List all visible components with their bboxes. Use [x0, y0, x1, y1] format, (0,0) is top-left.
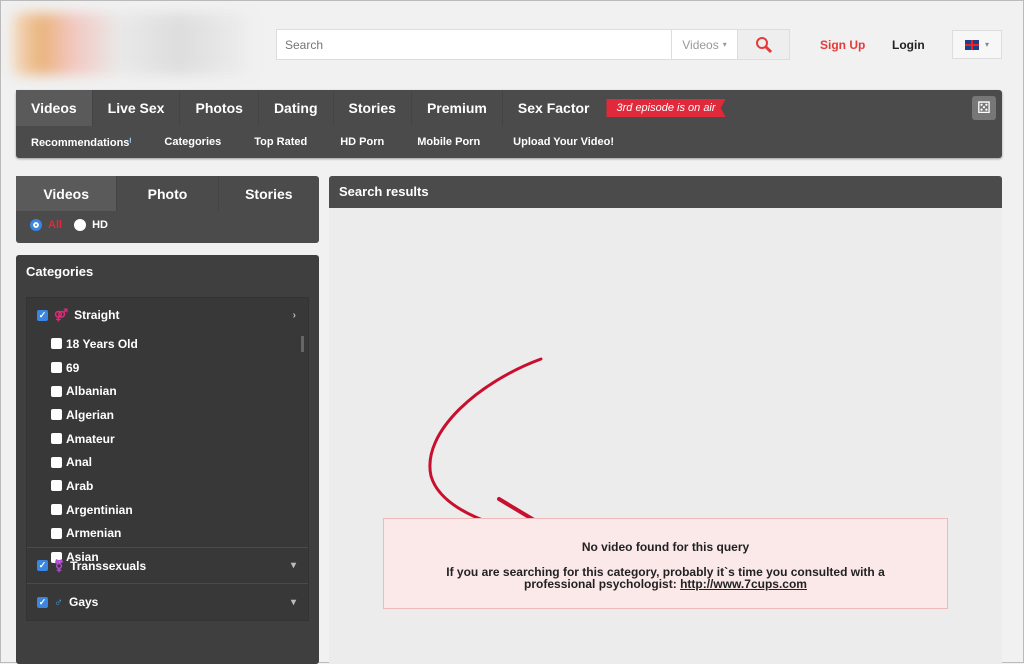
checkbox[interactable]	[51, 338, 62, 350]
radio-all[interactable]	[30, 219, 42, 231]
subnav-mobile[interactable]: Mobile Porn	[417, 136, 480, 148]
straight-icon: ⚤	[54, 308, 69, 322]
content-type-panel: Videos Photo Stories All HD	[16, 176, 319, 243]
categories-panel: Categories ✓ ⚤ Straight › 18 Years Old 69 Alb…	[16, 255, 319, 664]
subnav-recommendations[interactable]: Recommendationsⁱ	[31, 136, 131, 149]
chevron-down-icon: ▾	[290, 560, 296, 571]
group-straight[interactable]: ✓ ⚤ Straight ›	[27, 298, 308, 332]
checkbox[interactable]	[51, 362, 62, 374]
checkbox[interactable]	[51, 527, 62, 539]
checkbox[interactable]: ✓	[37, 309, 48, 321]
nav-tab-dating[interactable]: Dating	[259, 90, 334, 126]
message-title: No video found for this query	[581, 540, 750, 554]
no-results-message: No video found for this query If you are…	[383, 518, 948, 609]
signup-link[interactable]: Sign Up	[820, 38, 865, 52]
search-scope-select[interactable]: Videos ▾	[671, 30, 737, 59]
chevron-down-icon: ▾	[722, 40, 727, 49]
chevron-down-icon: ▾	[984, 40, 989, 49]
trans-icon: ⚧	[54, 558, 65, 573]
side-tab-videos[interactable]: Videos	[16, 176, 118, 211]
checkbox[interactable]	[51, 409, 62, 421]
subnav-categories[interactable]: Categories	[164, 136, 221, 148]
info-icon: ⁱ	[129, 136, 132, 149]
category-item[interactable]: Algerian	[27, 403, 308, 427]
search-bar: Videos▾	[276, 29, 790, 60]
nav-tab-sex-factor[interactable]: Sex Factor	[503, 90, 605, 126]
language-select[interactable]: ▾	[952, 30, 1002, 59]
subnav-hd[interactable]: HD Porn	[340, 136, 384, 148]
search-icon	[755, 36, 772, 53]
main-nav: Videos Live Sex Photos Dating Stories Pr…	[16, 90, 1002, 158]
search-results-title: Search results	[329, 176, 1002, 208]
group-gays[interactable]: ✓ ♂ Gays ▾	[27, 584, 308, 620]
checkbox[interactable]	[51, 504, 62, 516]
site-logo[interactable]	[13, 13, 251, 75]
category-item[interactable]: Argentinian	[27, 498, 308, 522]
nav-tab-premium[interactable]: Premium	[412, 90, 503, 126]
category-item[interactable]: 18 Years Old	[27, 332, 308, 356]
checkbox[interactable]: ✓	[37, 560, 48, 571]
checkbox[interactable]	[51, 456, 62, 468]
category-item[interactable]: Amateur	[27, 427, 308, 451]
login-link[interactable]: Login	[892, 38, 925, 52]
subnav-top-rated[interactable]: Top Rated	[254, 136, 307, 148]
checkbox[interactable]	[51, 385, 62, 397]
uk-flag-icon	[964, 39, 979, 50]
nav-tab-videos[interactable]: Videos	[16, 90, 93, 126]
nav-tab-photos[interactable]: Photos	[180, 90, 259, 126]
chevron-right-icon: ›	[292, 309, 296, 321]
chevron-down-icon: ▾	[290, 596, 296, 608]
categories-title: Categories	[26, 264, 94, 279]
category-item[interactable]: Arab	[27, 474, 308, 498]
random-dice-icon[interactable]: ⚄	[972, 96, 996, 120]
nav-tab-live-sex[interactable]: Live Sex	[93, 90, 181, 126]
side-tab-photo[interactable]: Photo	[117, 176, 219, 211]
subnav-upload[interactable]: Upload Your Video!	[513, 136, 614, 148]
category-item[interactable]: 69	[27, 356, 308, 380]
group-transsexuals[interactable]: ✓ ⚧ Transsexuals ▾	[27, 548, 308, 584]
side-tab-stories[interactable]: Stories	[219, 176, 319, 211]
episode-badge[interactable]: 3rd episode is on air	[606, 99, 726, 117]
category-item[interactable]: Anal	[27, 450, 308, 474]
male-icon: ♂	[54, 595, 63, 609]
radio-hd[interactable]	[74, 219, 87, 231]
checkbox[interactable]	[51, 433, 62, 445]
nav-tab-stories[interactable]: Stories	[334, 90, 412, 126]
category-item[interactable]: Albanian	[27, 379, 308, 403]
category-item[interactable]: Armenian	[27, 522, 308, 546]
scrollbar[interactable]	[301, 336, 304, 352]
search-input[interactable]	[277, 30, 671, 59]
search-button[interactable]	[737, 30, 789, 59]
7cups-link[interactable]: http://www.7cups.com	[680, 577, 807, 591]
checkbox[interactable]	[51, 480, 62, 492]
checkbox[interactable]: ✓	[37, 596, 48, 608]
